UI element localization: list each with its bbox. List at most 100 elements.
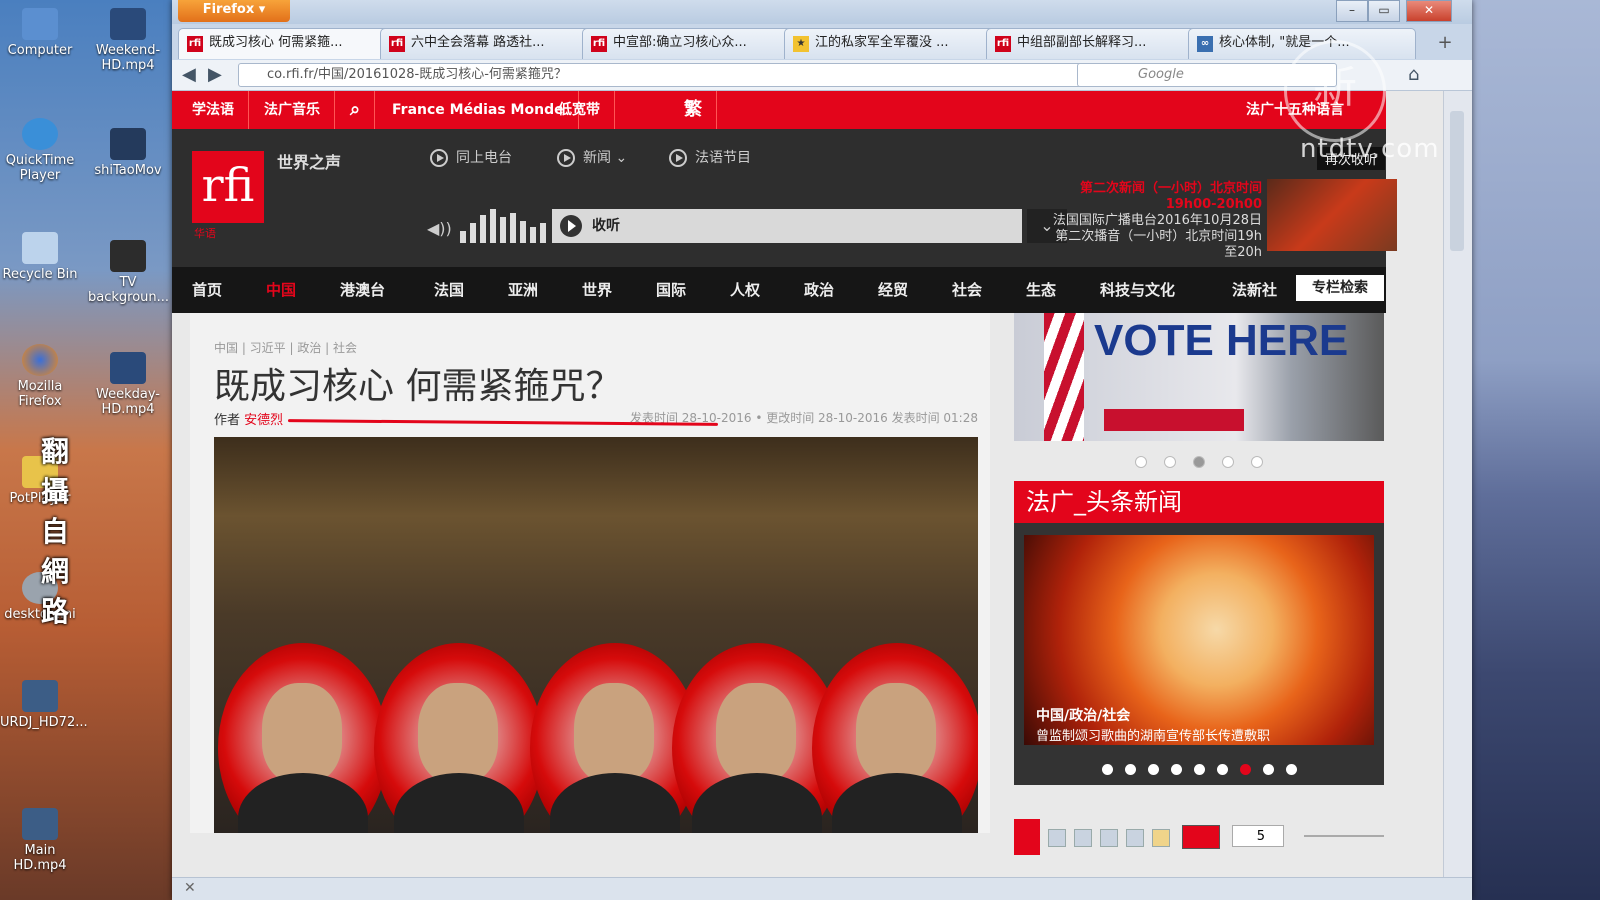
headline-news-box[interactable]: 中国/政治/社会 曾监制颂习歌曲的湖南宣传部长传遭敷职 <box>1014 523 1384 785</box>
traditional-chinese-link[interactable]: 繁 <box>670 91 717 129</box>
logo-subtitle: 华语 <box>194 227 216 240</box>
tab-4[interactable]: ★ 江的私家军全军覆没 ... <box>784 28 1012 59</box>
opacity-slider[interactable] <box>1304 835 1384 837</box>
save-icon[interactable] <box>1074 829 1092 847</box>
column-search-button[interactable]: 专栏检索 <box>1296 275 1384 301</box>
nav-home[interactable]: 首页 <box>192 267 222 313</box>
nav-france[interactable]: 法国 <box>434 267 464 313</box>
vertical-scrollbar[interactable] <box>1443 91 1472 878</box>
desktop-icon-main-hd[interactable]: Main HD.mp4 <box>0 808 80 873</box>
brush-size-input[interactable]: 5 <box>1232 825 1284 847</box>
search-icon[interactable]: ⌕ <box>336 91 376 129</box>
carousel-dot[interactable] <box>1251 456 1264 468</box>
back-arrow-icon[interactable]: ◀ <box>182 64 196 85</box>
rfi-music-link[interactable]: 法广音乐 <box>250 91 335 129</box>
carousel-dot[interactable] <box>1163 456 1176 468</box>
computer-icon <box>22 8 58 40</box>
minimize-button[interactable]: – <box>1336 0 1368 22</box>
video-file-icon <box>110 352 146 384</box>
quicktime-icon <box>22 118 58 150</box>
desktop-icon-recycle-bin[interactable]: Recycle Bin <box>0 232 80 282</box>
carousel-dot[interactable] <box>1193 456 1205 468</box>
desktop-icon-weekend[interactable]: Weekend-HD.mp4 <box>88 8 168 73</box>
brush-icon[interactable] <box>1152 829 1170 847</box>
firefox-menu-button[interactable]: Firefox ▾ <box>178 0 290 22</box>
carousel-dot[interactable] <box>1222 456 1235 468</box>
nav-world[interactable]: 世界 <box>582 267 612 313</box>
nav-ecology[interactable]: 生态 <box>1026 267 1056 313</box>
play-icon <box>430 149 448 167</box>
breadcrumb[interactable]: 中国 | 习近平 | 政治 | 社会 <box>214 339 357 356</box>
headline-news-dots[interactable] <box>1014 760 1384 779</box>
broadcast-thumbnail[interactable] <box>1267 179 1397 251</box>
scrollbar-thumb[interactable] <box>1450 111 1464 251</box>
new-tab-button[interactable]: + <box>1432 30 1458 56</box>
nav-politics[interactable]: 政治 <box>804 267 834 313</box>
carousel-image[interactable]: VOTE HERE <box>1014 313 1384 441</box>
nav-international[interactable]: 国际 <box>656 267 686 313</box>
desktop-icon-tv-background[interactable]: TV backgroun... <box>88 240 169 305</box>
ntd-site-watermark: ntdtv.com <box>1300 134 1440 164</box>
nav-science-culture[interactable]: 科技与文化 <box>1100 267 1175 313</box>
nav-human-rights[interactable]: 人权 <box>730 267 760 313</box>
desktop-icon-weekday[interactable]: Weekday-HD.mp4 <box>88 352 168 417</box>
broadcast-title: 第二次新闻（一小时）北京时间19h00-20h00 <box>1079 181 1262 212</box>
toolbar-handle[interactable] <box>1014 819 1040 855</box>
nav-asia[interactable]: 亚洲 <box>508 267 538 313</box>
forward-arrow-icon[interactable]: ▶ <box>208 64 222 85</box>
headline-news-caption[interactable]: 曾监制颂习歌曲的湖南宣传部长传遭敷职 <box>1036 725 1270 744</box>
maximize-button[interactable]: ▭ <box>1368 0 1400 22</box>
author-link[interactable]: 安德烈 <box>244 413 283 428</box>
firefox-icon <box>22 344 58 376</box>
desktop-icon-label: shiTaoMov <box>94 163 162 178</box>
broadcast-info[interactable]: 第二次新闻（一小时）北京时间19h00-20h00 法国国际广播电台2016年1… <box>1052 181 1262 261</box>
video-file-icon <box>110 8 146 40</box>
browser-window: Firefox ▾ – ▭ ✕ rfi 既成习核心 何需紧箍... ✕ rfi … <box>172 0 1472 900</box>
desktop-icon-quicktime[interactable]: QuickTime Player <box>0 118 80 183</box>
header-nav-label: 法语节目 <box>695 150 751 166</box>
close-addon-bar-icon[interactable]: ✕ <box>184 880 196 896</box>
nav-afp[interactable]: 法新社 <box>1232 267 1277 313</box>
tab-1[interactable]: rfi 既成习核心 何需紧箍... ✕ <box>178 28 406 59</box>
author-label: 作者 <box>214 413 241 428</box>
arrow-sign <box>1104 409 1244 431</box>
french-programs-link[interactable]: 法语节目 <box>669 147 751 167</box>
nav-hk-macau-taiwan[interactable]: 港澳台 <box>340 267 385 313</box>
live-radio-link[interactable]: 同上电台 <box>430 147 512 167</box>
article-headline: 既成习核心 何需紧箍咒？ <box>214 366 622 407</box>
tab-5[interactable]: rfi 中组部副部长解释习... <box>986 28 1214 59</box>
desktop-icon-computer[interactable]: Computer <box>0 8 80 58</box>
new-page-icon[interactable] <box>1048 829 1066 847</box>
star-favicon-icon: ★ <box>793 36 809 52</box>
desktop-icon-shitaomov[interactable]: shiTaoMov <box>88 128 168 178</box>
rfi-logo[interactable]: rfi <box>192 151 264 223</box>
carousel-dot[interactable] <box>1134 456 1147 468</box>
tab-3[interactable]: rfi 中宣部:确立习核心众... <box>582 28 810 59</box>
tab-2[interactable]: rfi 六中全会落幕 路透社... <box>380 28 608 59</box>
desktop-icon-label: QuickTime Player <box>5 153 75 183</box>
site-top-bar: 学法语 法广音乐 ⌕ France Médias Monde 低宽带 繁 法广十… <box>172 91 1386 129</box>
speaker-icon[interactable]: ◀)) <box>427 219 452 238</box>
pen-icon[interactable] <box>1100 829 1118 847</box>
audio-player[interactable]: 收听 <box>552 209 1022 243</box>
nav-china[interactable]: 中国 <box>266 267 296 313</box>
news-dropdown[interactable]: 新闻 ⌄ <box>557 147 627 167</box>
carousel-dots[interactable] <box>1014 453 1384 472</box>
close-window-button[interactable]: ✕ <box>1406 0 1452 22</box>
desktop-icon-firefox[interactable]: Mozilla Firefox <box>0 344 80 409</box>
tab-label: 既成习核心 何需紧箍... <box>209 35 343 50</box>
low-bandwidth-link[interactable]: 低宽带 <box>544 91 615 129</box>
desktop-icon-urdj[interactable]: URDJ_HD72... <box>0 680 88 730</box>
color-swatch[interactable] <box>1182 825 1220 849</box>
play-button-icon[interactable] <box>560 215 582 237</box>
headline-news-title: 法广_头条新闻 <box>1014 481 1384 523</box>
desktop-right-wallpaper <box>1470 0 1600 900</box>
volume-bars[interactable] <box>460 209 548 243</box>
learn-french-link[interactable]: 学法语 <box>178 91 249 129</box>
eraser-icon[interactable] <box>1126 829 1144 847</box>
nav-economy[interactable]: 经贸 <box>878 267 908 313</box>
home-icon[interactable]: ⌂ <box>1408 64 1419 85</box>
desktop-icon-label: Main HD.mp4 <box>13 843 67 873</box>
headline-news-category[interactable]: 中国/政治/社会 <box>1036 705 1130 725</box>
nav-society[interactable]: 社会 <box>952 267 982 313</box>
